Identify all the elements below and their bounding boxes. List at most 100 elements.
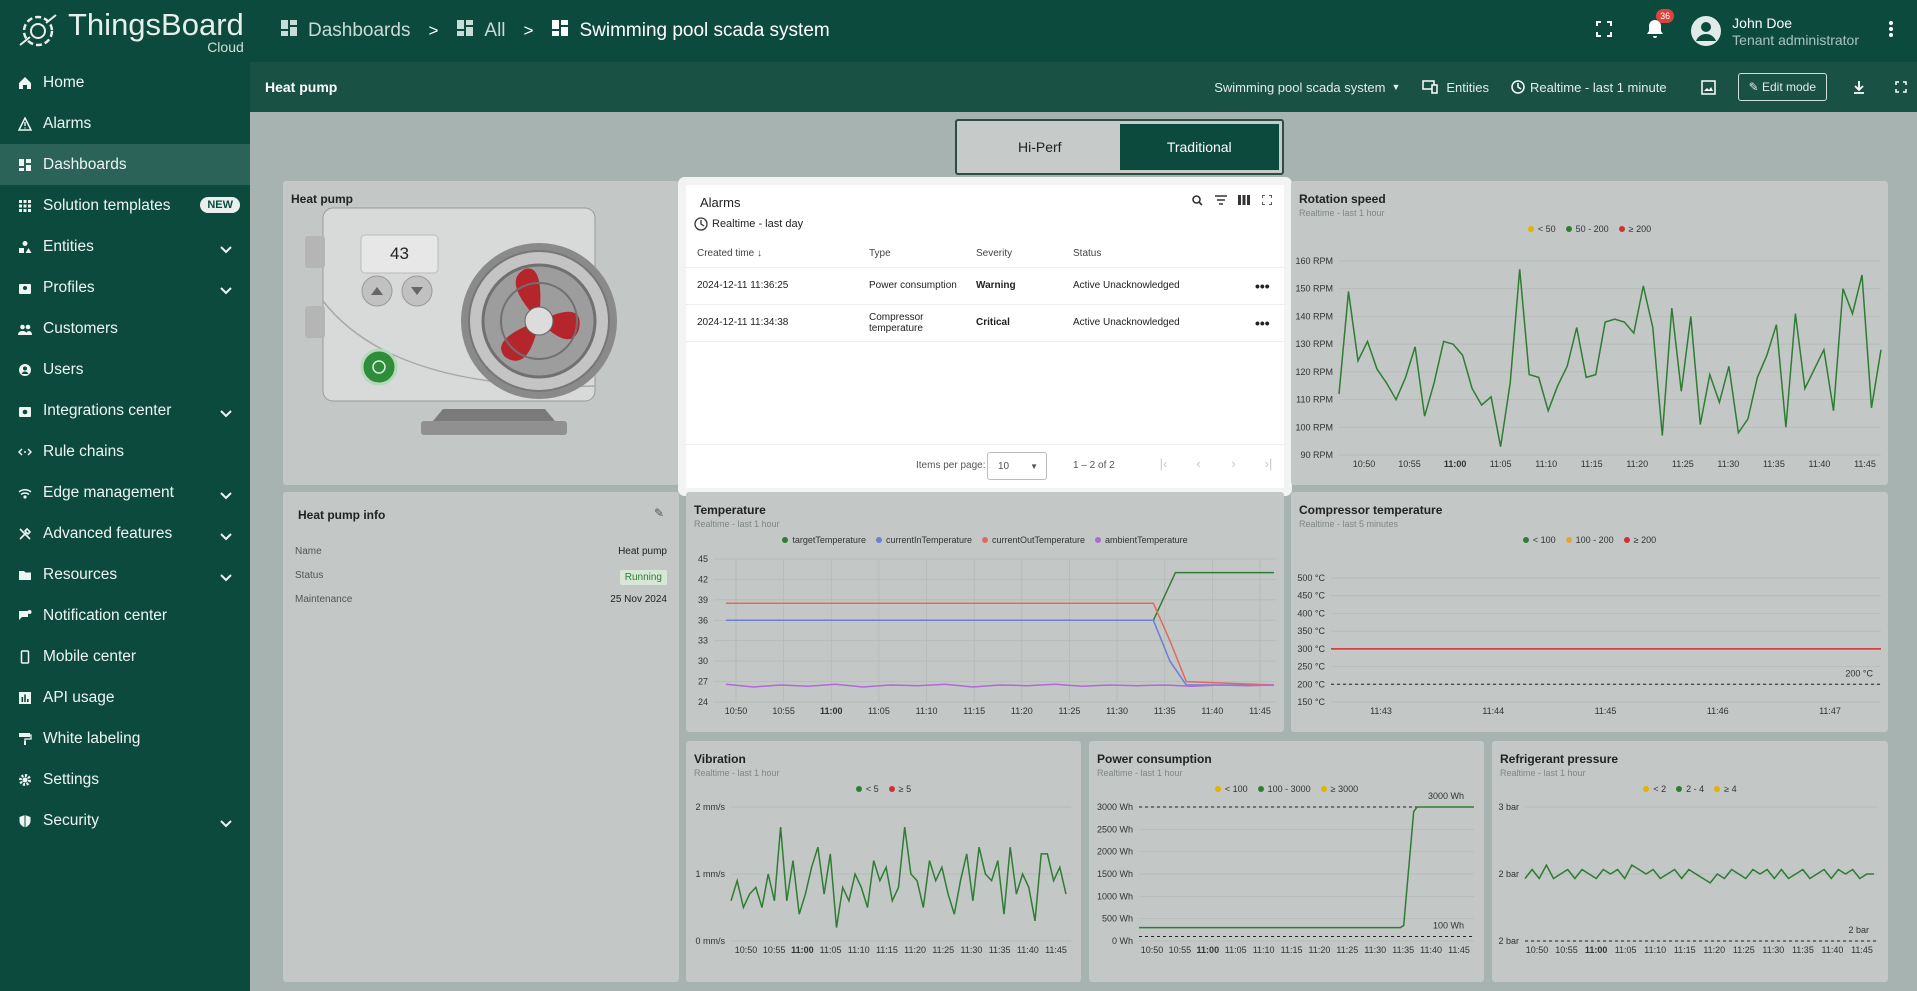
toggle-traditional[interactable]: Traditional (1119, 124, 1279, 170)
y-tick-label: 2000 Wh (1097, 847, 1133, 857)
sidebar-item-label: Profiles (43, 278, 95, 296)
dashboard-select-value: Swimming pool scada system (1214, 79, 1386, 95)
dashboard-select[interactable]: Swimming pool scada system ▼ (1214, 80, 1400, 95)
x-tick-label: 11:20 (1626, 459, 1648, 469)
x-tick-label: 11:45 (1854, 459, 1876, 469)
table-row[interactable]: 2024-12-11 11:34:38 Compressor temperatu… (686, 304, 1284, 342)
more-horiz-icon[interactable]: ••• (1244, 304, 1284, 342)
dashboard-toolbar: Heat pump Swimming pool scada system ▼ En… (250, 62, 1917, 112)
items-per-page-select[interactable]: 10 ▼ (987, 452, 1047, 480)
x-tick-label: 11:05 (820, 945, 842, 955)
sidebar-item-dashboards[interactable]: Dashboards (0, 144, 250, 185)
dashboard-icon (280, 19, 298, 43)
brand-edition: Cloud (207, 38, 244, 55)
x-tick-label: 11:40 (1017, 945, 1039, 955)
cell-created: 2024-12-11 11:34:38 (686, 304, 858, 342)
y-tick-label: 1 mm/s (695, 869, 725, 879)
sidebar-item-users[interactable]: Users (0, 349, 250, 390)
sidebar-item-label: Notification center (43, 606, 168, 624)
sidebar-item-notification-center[interactable]: Notification center (0, 595, 250, 636)
sidebar-item-rule-chains[interactable]: Rule chains (0, 431, 250, 472)
fullscreen-icon[interactable] (1596, 20, 1613, 42)
info-row-name: Name Heat pump (295, 546, 667, 557)
pencil-icon[interactable]: ✎ (654, 506, 664, 520)
y-tick-label: 400 °C (1297, 608, 1325, 618)
column-severity[interactable]: Severity (965, 240, 1062, 268)
user-icon (18, 363, 32, 377)
heat-pump-illustration (305, 207, 617, 435)
sidebar-item-security[interactable]: Security (0, 800, 250, 841)
sidebar-item-alarms[interactable]: Alarms (0, 103, 250, 144)
sidebar-item-mobile-center[interactable]: Mobile center (0, 636, 250, 677)
notifications-button[interactable]: 36 (1646, 8, 1675, 44)
sidebar-item-label: Mobile center (43, 647, 137, 665)
alarms-timewindow[interactable]: Realtime - last day (694, 217, 803, 231)
entities-button[interactable]: Entities (1422, 80, 1489, 95)
sidebar-item-api-usage[interactable]: API usage (0, 677, 250, 718)
fullscreen-icon[interactable] (1895, 81, 1907, 93)
sidebar-item-settings[interactable]: Settings (0, 759, 250, 800)
more-horiz-icon[interactable]: ••• (1244, 267, 1284, 305)
y-tick-label: 450 °C (1297, 591, 1325, 601)
first-page-icon[interactable]: |‹ (1146, 456, 1181, 471)
previous-page-icon[interactable]: ‹ (1181, 456, 1216, 471)
sidebar-item-entities[interactable]: Entities (0, 226, 250, 267)
column-created-time[interactable]: Created time ↓ (686, 240, 858, 268)
y-tick-label: 120 RPM (1295, 367, 1333, 377)
column-status[interactable]: Status (1062, 240, 1244, 268)
columns-icon[interactable] (1232, 195, 1255, 206)
chevron-down-icon[interactable] (220, 487, 232, 505)
threshold-low-label: 100 Wh (1433, 921, 1464, 931)
sidebar-item-white-labeling[interactable]: White labeling (0, 718, 250, 759)
sidebar-item-resources[interactable]: Resources (0, 554, 250, 595)
info-label: Maintenance (295, 594, 353, 605)
toggle-hi-perf[interactable]: Hi-Perf (960, 124, 1120, 170)
sidebar-item-home[interactable]: Home (0, 62, 250, 103)
chevron-down-icon[interactable] (220, 815, 232, 833)
thingsboard-logo-icon (19, 14, 57, 47)
table-row[interactable]: 2024-12-11 11:36:25 Power consumption Wa… (686, 267, 1284, 305)
more-vert-icon[interactable] (1889, 20, 1893, 42)
sidebar-item-label: Users (43, 360, 84, 378)
breadcrumb-all[interactable]: All (484, 20, 505, 42)
chevron-down-icon[interactable] (220, 569, 232, 587)
download-icon[interactable] (1853, 80, 1865, 94)
chevron-down-icon[interactable] (220, 241, 232, 259)
power-button[interactable] (362, 350, 396, 384)
sidebar-item-advanced-features[interactable]: Advanced features (0, 513, 250, 554)
edit-mode-button[interactable]: ✎ Edit mode (1737, 73, 1827, 101)
sidebar-item-solution-templates[interactable]: Solution templates NEW (0, 185, 250, 226)
last-page-icon[interactable]: ›| (1251, 456, 1286, 471)
x-tick-label: 11:15 (1674, 945, 1696, 955)
next-page-icon[interactable]: › (1216, 456, 1251, 471)
sidebar-item-profiles[interactable]: Profiles (0, 267, 250, 308)
x-tick-label: 11:40 (1420, 945, 1442, 955)
filter-icon[interactable] (1209, 195, 1232, 206)
x-tick-label: 10:55 (772, 706, 795, 716)
column-type[interactable]: Type (858, 240, 965, 268)
sidebar-item-edge-management[interactable]: Edge management (0, 472, 250, 513)
x-tick-label: 11:10 (1535, 459, 1557, 469)
fullscreen-icon[interactable] (1255, 195, 1278, 206)
user-menu[interactable]: John Doe Tenant administrator (1690, 14, 1859, 48)
chevron-down-icon[interactable] (220, 405, 232, 423)
y-tick-label: 2 mm/s (695, 802, 725, 812)
breadcrumb-separator: > (428, 21, 439, 40)
sidebar-item-customers[interactable]: Customers (0, 308, 250, 349)
timewindow-button[interactable]: Realtime - last 1 minute (1511, 80, 1667, 95)
temperature-card: Temperature Realtime - last 1 hour targe… (686, 492, 1284, 732)
column-actions (1244, 240, 1284, 268)
x-tick-label: 10:50 (1353, 459, 1376, 469)
refrigerant-pressure-card: Refrigerant pressure Realtime - last 1 h… (1492, 741, 1888, 982)
x-tick-label: 11:40 (1822, 945, 1844, 955)
chevron-down-icon[interactable] (220, 282, 232, 300)
logo[interactable]: ThingsBoard Cloud (0, 0, 250, 62)
compressor-temperature-chart: 500 °C 450 °C 400 °C 350 °C 300 °C 250 °C 200 … (1297, 573, 1881, 716)
search-icon[interactable] (1186, 195, 1209, 206)
breadcrumb-dashboards[interactable]: Dashboards (308, 20, 410, 42)
temperature-chart: 45 42 39 36 33 30 27 24 10:50 10:55 11:00 11:05 11:1… (698, 554, 1276, 716)
chevron-down-icon[interactable] (220, 528, 232, 546)
image-export-button[interactable] (1700, 79, 1716, 95)
cell-type: Compressor temperature (858, 304, 965, 342)
sidebar-item-integrations-center[interactable]: Integrations center (0, 390, 250, 431)
